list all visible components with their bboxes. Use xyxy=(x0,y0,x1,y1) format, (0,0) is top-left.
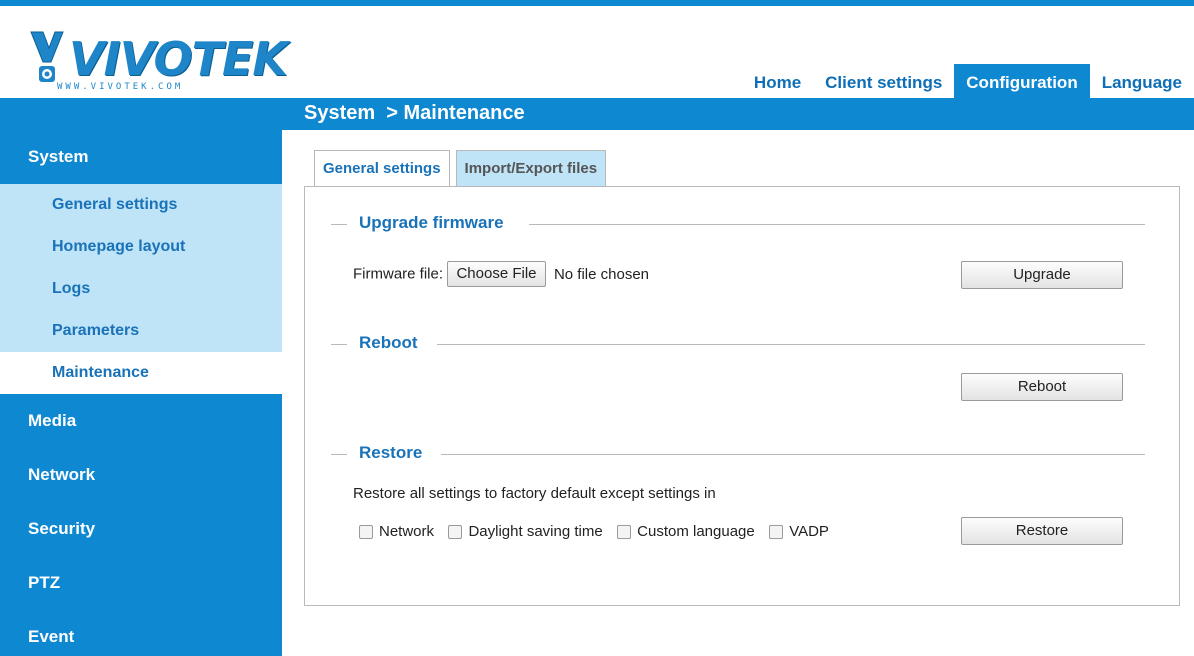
sidebar-item-system[interactable]: System xyxy=(0,130,282,184)
section-divider xyxy=(441,454,1145,455)
network-checkbox[interactable] xyxy=(359,524,373,539)
nav-configuration[interactable]: Configuration xyxy=(954,64,1090,98)
sidebar-item-homepage-layout[interactable]: Homepage layout xyxy=(0,226,282,268)
settings-panel: Upgrade firmware Firmware file: Choose F… xyxy=(304,186,1180,606)
restore-section-header: Restore xyxy=(331,443,1145,467)
sidebar-item-logs[interactable]: Logs xyxy=(0,268,282,310)
title-bar: System > Maintenance xyxy=(0,98,1194,130)
nav-language[interactable]: Language xyxy=(1090,64,1194,98)
section-divider xyxy=(331,454,347,455)
upgrade-section-header: Upgrade firmware xyxy=(331,213,1145,237)
vivotek-logo[interactable]: VIVOTEK WWW.VIVOTEK.COM xyxy=(27,24,288,94)
vadp-checkbox-label: VADP xyxy=(789,523,829,541)
section-divider xyxy=(331,224,347,225)
custom-language-checkbox[interactable] xyxy=(617,524,632,539)
vadp-checkbox[interactable] xyxy=(769,524,784,539)
restore-button[interactable]: Restore xyxy=(961,517,1123,545)
reboot-section-title: Reboot xyxy=(359,333,418,353)
choose-file-button[interactable]: Choose File xyxy=(447,261,546,287)
page-title: System > Maintenance xyxy=(304,102,525,124)
top-nav: Home Client settings Configuration Langu… xyxy=(742,64,1194,98)
nav-home[interactable]: Home xyxy=(742,64,813,98)
firmware-file-label: Firmware file: xyxy=(353,265,444,283)
camera-mark-icon xyxy=(30,31,64,82)
tab-import-export-files[interactable]: Import/Export files xyxy=(455,150,607,186)
sidebar-item-media[interactable]: Media xyxy=(0,394,282,448)
daylight-saving-time-checkbox[interactable] xyxy=(448,524,463,539)
sidebar-item-ptz[interactable]: PTZ xyxy=(0,556,282,610)
section-divider xyxy=(529,224,1145,225)
firmware-file-row: Firmware file: Choose File No file chose… xyxy=(353,261,649,287)
system-submenu: General settings Homepage layout Logs Pa… xyxy=(0,184,282,394)
sidebar: System General settings Homepage layout … xyxy=(0,130,282,656)
restore-options: Network Daylight saving time Custom lang… xyxy=(359,523,839,541)
sidebar-item-maintenance[interactable]: Maintenance xyxy=(0,352,282,394)
restore-section-title: Restore xyxy=(359,443,423,463)
sidebar-item-parameters[interactable]: Parameters xyxy=(0,310,282,352)
custom-language-checkbox-label: Custom language xyxy=(637,523,755,541)
reboot-section: Reboot Reboot xyxy=(331,333,1145,401)
tab-general-settings[interactable]: General settings xyxy=(314,150,450,186)
sidebar-item-network[interactable]: Network xyxy=(0,448,282,502)
brand-url: WWW.VIVOTEK.COM xyxy=(57,82,184,92)
nav-client-settings[interactable]: Client settings xyxy=(813,64,954,98)
section-divider xyxy=(437,344,1145,345)
upgrade-section-title: Upgrade firmware xyxy=(359,213,504,233)
restore-section: Restore Restore all settings to factory … xyxy=(331,443,1145,545)
reboot-button[interactable]: Reboot xyxy=(961,373,1123,401)
sidebar-item-event[interactable]: Event xyxy=(0,610,282,656)
section-divider xyxy=(331,344,347,345)
upgrade-firmware-section: Upgrade firmware Firmware file: Choose F… xyxy=(331,213,1145,289)
upgrade-button[interactable]: Upgrade xyxy=(961,261,1123,289)
sidebar-item-general-settings[interactable]: General settings xyxy=(0,184,282,226)
file-status-text: No file chosen xyxy=(553,265,650,283)
restore-description: Restore all settings to factory default … xyxy=(353,485,716,502)
header: VIVOTEK WWW.VIVOTEK.COM Home Client sett… xyxy=(0,0,1194,130)
daylight-saving-time-checkbox-label: Daylight saving time xyxy=(468,523,603,541)
sidebar-item-security[interactable]: Security xyxy=(0,502,282,556)
reboot-section-header: Reboot xyxy=(331,333,1145,357)
network-checkbox-label: Network xyxy=(379,523,435,541)
brand-name: VIVOTEK xyxy=(69,32,288,86)
tab-bar: General settings Import/Export files xyxy=(314,150,612,186)
